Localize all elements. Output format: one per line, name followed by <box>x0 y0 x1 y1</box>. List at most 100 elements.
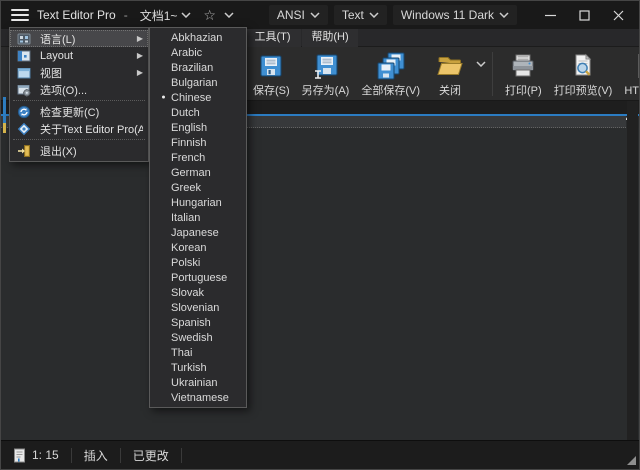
hamburger-menu-icon[interactable] <box>11 9 29 21</box>
language-option[interactable]: Greek <box>150 180 246 195</box>
save-all-button[interactable]: 全部保存(V) <box>355 47 426 101</box>
language-option[interactable]: English <box>150 120 246 135</box>
language-option-label: Slovak <box>171 287 204 299</box>
language-option-label: Thai <box>171 347 192 359</box>
layout-icon <box>15 49 33 63</box>
language-option[interactable]: Slovenian <box>150 300 246 315</box>
language-option[interactable]: Arabic <box>150 45 246 60</box>
favorite-star-icon[interactable]: ☆ <box>203 8 216 22</box>
language-option-label: Italian <box>171 212 200 224</box>
maximize-button[interactable] <box>567 2 601 28</box>
language-option-label: English <box>171 122 207 134</box>
save-as-button[interactable]: 另存为(A) <box>296 47 356 101</box>
theme-value: Windows 11 Dark <box>401 8 494 22</box>
save-button[interactable]: 保存(S) <box>247 47 296 101</box>
language-option[interactable]: Polski <box>150 255 246 270</box>
toolbar-separator <box>492 52 493 96</box>
language-option-label: Turkish <box>171 362 207 374</box>
save-as-icon <box>312 51 340 81</box>
save-icon <box>258 51 284 81</box>
syntax-dropdown[interactable]: Text <box>334 5 387 25</box>
language-option[interactable]: Portuguese <box>150 270 246 285</box>
about-icon <box>15 122 33 136</box>
chevron-down-icon <box>310 12 320 18</box>
encoding-dropdown[interactable]: ANSI <box>269 5 328 25</box>
close-dropdown-chevron-icon[interactable] <box>476 61 486 67</box>
menu-separator <box>13 100 145 101</box>
document-switcher[interactable]: 文档1~ <box>136 5 196 26</box>
language-option[interactable]: Brazilian <box>150 60 246 75</box>
print-button[interactable]: 打印(P) <box>499 47 548 101</box>
tab-help[interactable]: 帮助(H) <box>302 29 358 47</box>
language-option[interactable]: Hungarian <box>150 195 246 210</box>
submenu-arrow-icon: ▶ <box>137 51 143 60</box>
language-option-label: Arabic <box>171 47 202 59</box>
titlebar: Text Editor Pro - 文档1~ ☆ ANSI Text Windo… <box>1 1 639 29</box>
language-submenu-popup: Abkhazian Arabic Brazilian Bulgarian Chi… <box>149 27 247 408</box>
language-option[interactable]: Japanese <box>150 225 246 240</box>
close-file-button[interactable]: 关闭 <box>426 47 474 98</box>
save-as-label: 另存为(A) <box>302 82 350 98</box>
language-option[interactable]: Dutch <box>150 105 246 120</box>
minimize-button[interactable] <box>533 2 567 28</box>
language-option[interactable]: German <box>150 165 246 180</box>
caret-position-icon <box>13 448 26 463</box>
gutter-marker-saved <box>3 97 6 123</box>
language-option-label: Vietnamese <box>171 392 229 404</box>
submenu-arrow-icon: ▶ <box>137 68 143 77</box>
language-icon <box>15 32 33 46</box>
language-option[interactable]: Spanish <box>150 315 246 330</box>
menu-item-label: 视图 <box>33 65 137 81</box>
language-option[interactable]: Thai <box>150 345 246 360</box>
check-updates-icon <box>15 105 33 119</box>
menu-item-label: 选项(O)... <box>33 82 143 98</box>
menu-item-view[interactable]: 视图 ▶ <box>10 64 148 81</box>
gutter-marker-modified <box>3 123 6 133</box>
language-option-label: Abkhazian <box>171 32 222 44</box>
language-option[interactable]: Vietnamese <box>150 390 246 405</box>
menu-item-about[interactable]: 关于Text Editor Pro(A) <box>10 120 148 137</box>
encoding-value: ANSI <box>277 8 305 22</box>
language-option[interactable]: Finnish <box>150 135 246 150</box>
chevron-down-icon <box>369 12 379 18</box>
language-option[interactable]: Korean <box>150 240 246 255</box>
language-option-label: Japanese <box>171 227 219 239</box>
submenu-arrow-icon: ▶ <box>137 34 143 43</box>
tab-tools[interactable]: 工具(T) <box>244 29 301 47</box>
app-window: Text Editor Pro - 文档1~ ☆ ANSI Text Windo… <box>0 0 640 470</box>
resize-grip[interactable] <box>627 456 636 465</box>
insert-mode-value: 插入 <box>84 447 108 464</box>
modified-status-item: 已更改 <box>121 447 181 464</box>
language-option[interactable]: Bulgarian <box>150 75 246 90</box>
editor-area[interactable] <box>1 128 639 440</box>
html-export-button[interactable]: HTML HTML 导 <box>618 47 640 101</box>
language-option[interactable]: French <box>150 150 246 165</box>
menu-item-options[interactable]: 选项(O)... <box>10 81 148 98</box>
theme-dropdown[interactable]: Windows 11 Dark <box>393 5 517 25</box>
menu-item-exit[interactable]: 退出(X) <box>10 142 148 159</box>
close-button[interactable] <box>601 2 635 28</box>
language-option[interactable]: Slovak <box>150 285 246 300</box>
favorites-chevron-down-icon[interactable] <box>224 12 234 18</box>
vertical-scrollbar[interactable] <box>627 101 638 440</box>
language-option[interactable]: Ukrainian <box>150 375 246 390</box>
language-option-label: Hungarian <box>171 197 222 209</box>
language-option[interactable]: Turkish <box>150 360 246 375</box>
print-label: 打印(P) <box>505 82 542 98</box>
print-preview-label: 打印预览(V) <box>554 82 613 98</box>
print-icon <box>510 51 536 81</box>
language-option-label: Dutch <box>171 107 200 119</box>
language-option[interactable]: Italian <box>150 210 246 225</box>
print-preview-button[interactable]: 打印预览(V) <box>548 47 619 101</box>
statusbar: 1: 15 插入 已更改 <box>1 440 639 469</box>
language-option[interactable]: Chinese <box>150 90 246 105</box>
menu-item-check-updates[interactable]: 检查更新(C) <box>10 103 148 120</box>
insert-mode-item[interactable]: 插入 <box>72 447 120 464</box>
menu-item-language[interactable]: 语言(L) ▶ <box>10 30 148 47</box>
modified-status-value: 已更改 <box>133 447 169 464</box>
language-option[interactable]: Swedish <box>150 330 246 345</box>
language-option-label: Portuguese <box>171 272 227 284</box>
language-option[interactable]: Abkhazian <box>150 30 246 45</box>
language-option-label: Greek <box>171 182 201 194</box>
menu-item-layout[interactable]: Layout ▶ <box>10 47 148 64</box>
